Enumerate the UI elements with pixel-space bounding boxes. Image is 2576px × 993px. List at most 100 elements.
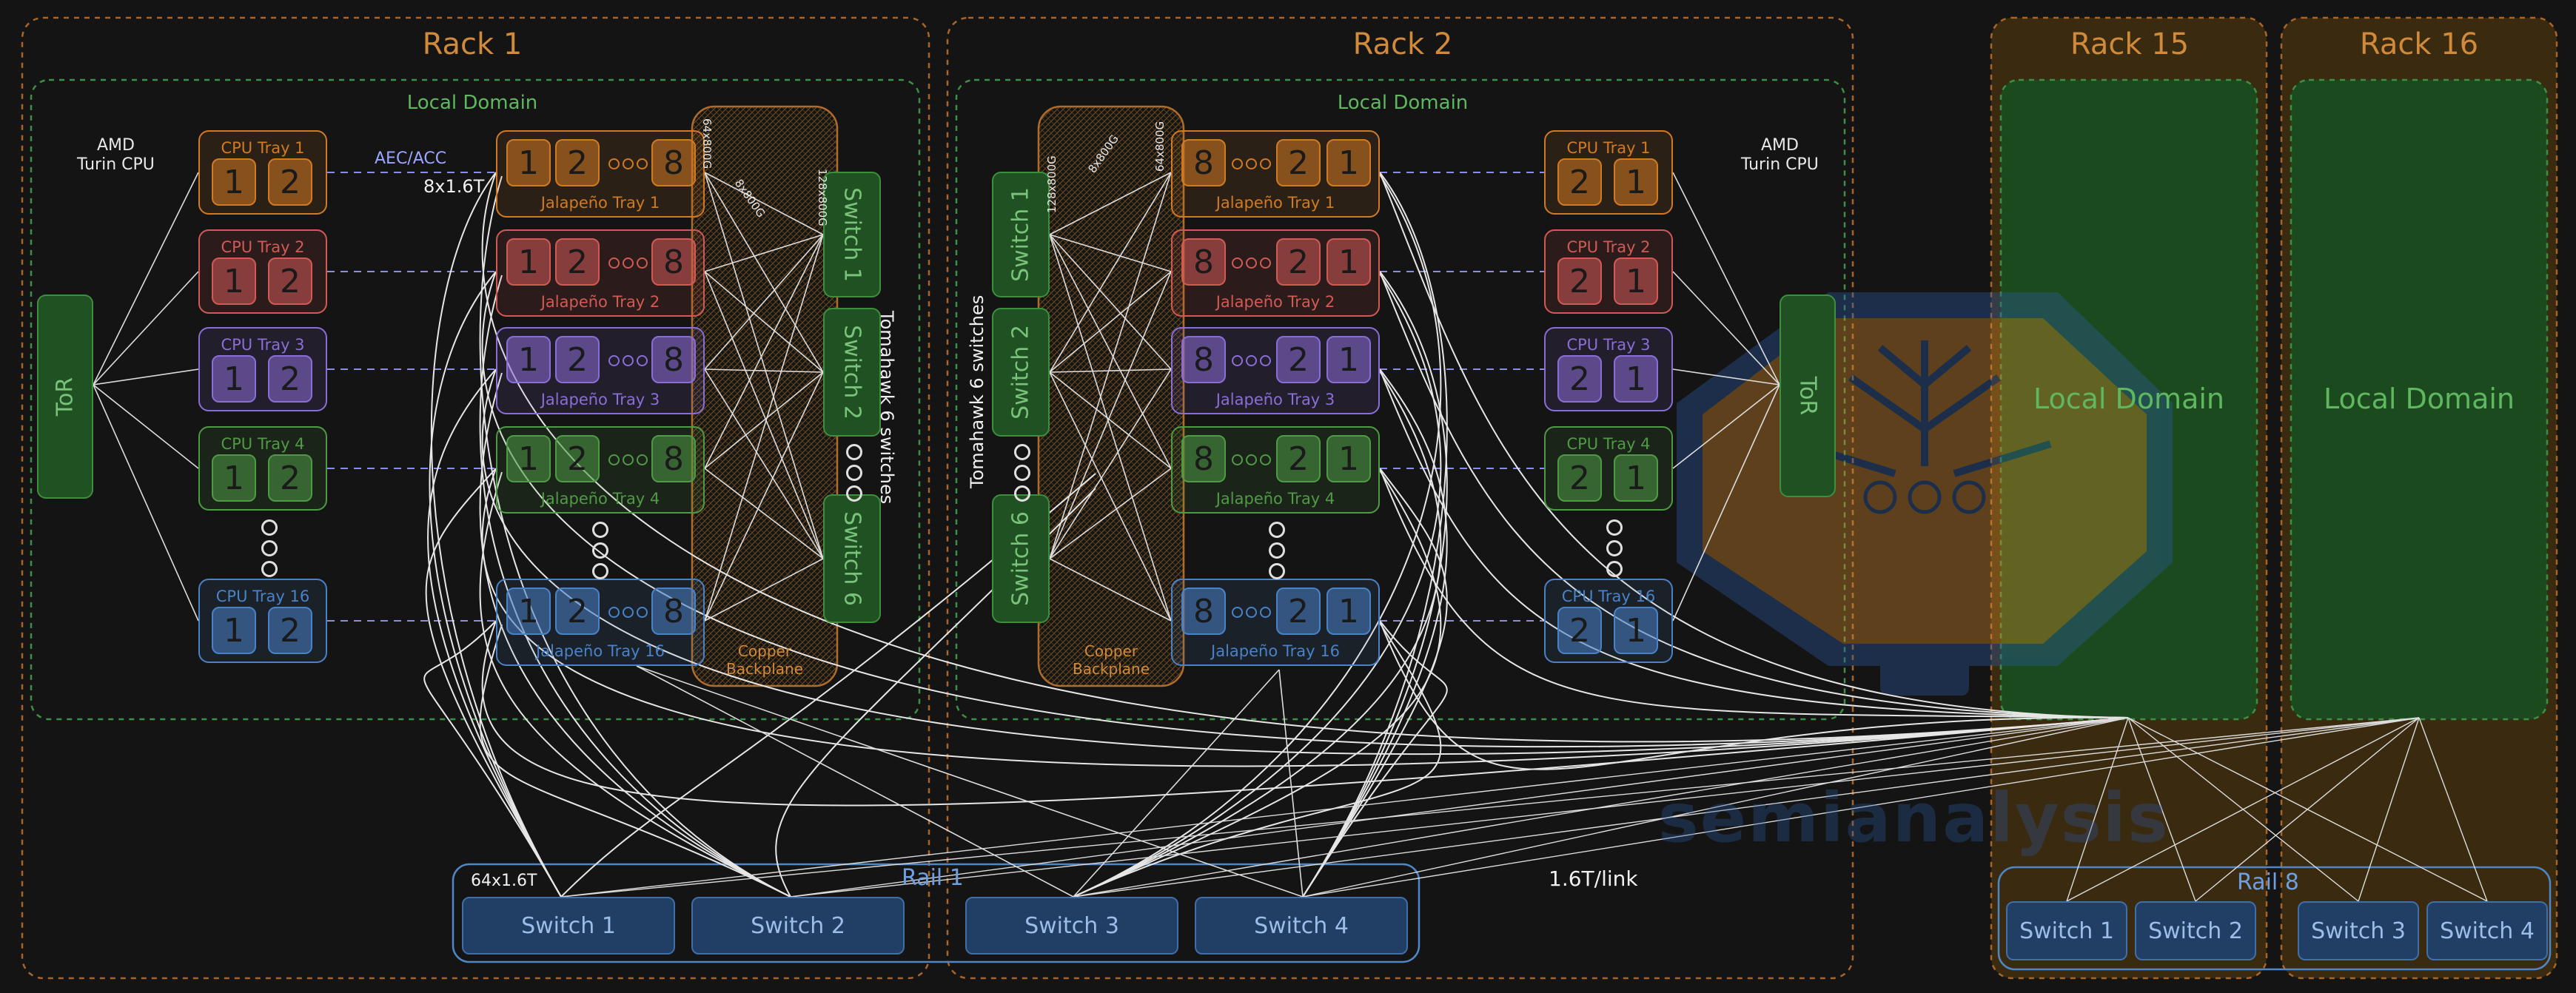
cpu-tray-title: CPU Tray 4 — [1566, 435, 1651, 453]
gpu-chip: 2 — [1276, 336, 1321, 383]
cpu-tray-title: CPU Tray 16 — [215, 588, 310, 605]
rack-2-title: Rack 2 — [1352, 27, 1453, 61]
gpu-chip: 2 — [268, 607, 312, 654]
scale-up-switch[interactable]: Switch 2 — [823, 308, 881, 437]
gpu-chip: 2 — [268, 454, 312, 502]
cpu-tray[interactable]: CPU Tray 421 — [1544, 426, 1673, 511]
gpu-chip: 2 — [1276, 588, 1321, 635]
ellipsis-dots — [1232, 257, 1271, 269]
rail-link — [636, 665, 1304, 898]
cpu-tray[interactable]: CPU Tray 112 — [198, 130, 327, 215]
jalapeno-tray[interactable]: Jalapeño Tray 2 12 8 — [496, 229, 705, 317]
ellipsis-dots — [608, 257, 648, 269]
cpu-tray[interactable]: CPU Tray 412 — [198, 426, 327, 511]
rail-uplink-label: 64x1.6T — [471, 872, 537, 890]
rail-switch[interactable]: Switch 3 — [2298, 901, 2419, 960]
gpu-chip: 2 — [555, 588, 600, 635]
bp2-tick-a: 64x800G — [1153, 121, 1167, 172]
cpu-tray[interactable]: CPU Tray 221 — [1544, 229, 1673, 314]
rail-switch[interactable]: Switch 3 — [965, 897, 1178, 955]
vertical-ellipsis — [1606, 519, 1623, 577]
jalapeno-tray-title: Jalapeño Tray 16 — [1211, 642, 1340, 660]
cpu-tray[interactable]: CPU Tray 321 — [1544, 327, 1673, 411]
jalapeno-tray[interactable]: Jalapeño Tray 4 8 21 — [1171, 426, 1380, 514]
tor-link — [93, 271, 199, 386]
gpu-chip: 8 — [1181, 139, 1226, 186]
gpu-chip: 1 — [506, 238, 551, 286]
aec-acc-label: AEC/ACC — [375, 149, 447, 168]
rail-switch[interactable]: Switch 1 — [2006, 901, 2127, 960]
jalapeno-tray-title: Jalapeño Tray 1 — [1215, 194, 1335, 212]
jalapeno-tray[interactable]: Jalapeño Tray 1 12 8 — [496, 130, 705, 218]
jalapeno-tray-title: Jalapeño Tray 2 — [1215, 293, 1335, 311]
tor-switch-rack-1[interactable]: ToR — [37, 294, 93, 499]
scale-up-switch[interactable]: Switch 6 — [992, 494, 1050, 623]
jalapeno-tray[interactable]: Jalapeño Tray 1 8 21 — [1171, 130, 1380, 218]
vertical-ellipsis — [261, 519, 278, 577]
switch-label: Switch 1 — [839, 187, 865, 282]
ellipsis-dots — [1232, 454, 1271, 465]
rail-wire — [425, 468, 562, 898]
gpu-chip: 2 — [1557, 158, 1602, 206]
rack-1-title: Rack 1 — [422, 27, 523, 61]
tor-label: ToR — [52, 377, 78, 417]
jalapeno-tray-title: Jalapeño Tray 3 — [540, 391, 660, 408]
gpu-chip: 2 — [1557, 355, 1602, 403]
gpu-chip: 8 — [651, 336, 696, 383]
cluster-diagram: Rack 1 Rack 2 Rack 15 Rack 16 Local Doma… — [0, 0, 2576, 993]
rack-1-cpu-label: AMD Turin CPU — [77, 138, 155, 173]
gpu-chip: 1 — [212, 355, 256, 403]
gpu-chip: 2 — [555, 139, 600, 186]
ellipsis-dots — [608, 158, 648, 169]
cpu-tray-title: CPU Tray 2 — [221, 238, 305, 256]
jalapeno-tray[interactable]: Jalapeño Tray 16 8 2 1 — [1171, 579, 1380, 666]
gpu-chip: 1 — [212, 257, 256, 305]
rack-2-tomahawk-label: Tomahawk 6 switches — [967, 294, 987, 488]
switch-label: Switch 6 — [1007, 511, 1034, 606]
cpu-label-line2: Turin CPU — [1741, 155, 1819, 174]
rack-1-backplane-label: Copper Backplane — [726, 644, 803, 676]
switch-label: Switch 1 — [1007, 187, 1034, 282]
gpu-chip: 8 — [651, 435, 696, 482]
rail-switch[interactable]: Switch 2 — [2135, 901, 2256, 960]
tor-link — [93, 384, 199, 469]
cpu-tray[interactable]: CPU Tray 16 1 2 — [198, 579, 327, 663]
jalapeno-tray[interactable]: Jalapeño Tray 4 12 8 — [496, 426, 705, 514]
tor-link — [93, 172, 199, 386]
ellipsis-dots — [608, 355, 648, 366]
vertical-ellipsis — [592, 522, 608, 579]
jalapeno-tray[interactable]: Jalapeño Tray 16 1 2 8 — [496, 579, 705, 666]
jalapeno-tray[interactable]: Jalapeño Tray 3 8 21 — [1171, 327, 1380, 414]
rail-switch[interactable]: Switch 1 — [462, 897, 675, 955]
gpu-chip: 1 — [506, 336, 551, 383]
gpu-chip: 2 — [1557, 454, 1602, 502]
bp-line1: Copper — [737, 642, 792, 660]
cpu-tray[interactable]: CPU Tray 121 — [1544, 130, 1673, 215]
rail-switch[interactable]: Switch 4 — [1195, 897, 1408, 955]
link-8x-label: 8x1.6T — [423, 176, 485, 197]
gpu-chip: 2 — [1557, 607, 1602, 654]
cpu-tray[interactable]: CPU Tray 212 — [198, 229, 327, 314]
scale-up-switch[interactable]: Switch 1 — [823, 172, 881, 297]
jalapeno-tray[interactable]: Jalapeño Tray 2 8 21 — [1171, 229, 1380, 317]
gpu-chip: 2 — [268, 355, 312, 403]
scale-up-switch[interactable]: Switch 1 — [992, 172, 1050, 297]
cpu-tray[interactable]: CPU Tray 16 2 1 — [1544, 579, 1673, 663]
tor-switch-rack-2[interactable]: ToR — [1780, 294, 1836, 497]
jalapeno-tray[interactable]: Jalapeño Tray 3 12 8 — [496, 327, 705, 414]
rack-1-tomahawk-label: Tomahawk 6 switches — [876, 311, 897, 505]
rail-switch[interactable]: Switch 2 — [691, 897, 905, 955]
jalapeno-tray-title: Jalapeño Tray 4 — [540, 490, 660, 508]
ellipsis-dots — [608, 607, 648, 618]
scale-up-switch[interactable]: Switch 6 — [823, 494, 881, 623]
gpu-chip: 1 — [506, 139, 551, 186]
scale-up-switch[interactable]: Switch 2 — [992, 308, 1050, 437]
cpu-label-line2: Turin CPU — [77, 155, 155, 174]
rack-1-domain-title: Local Domain — [406, 92, 538, 114]
bp1-tick-a: 64x800G — [700, 118, 714, 169]
cpu-tray[interactable]: CPU Tray 312 — [198, 327, 327, 411]
bp-line1: Copper — [1084, 642, 1138, 660]
rack-16-domain-title: Local Domain — [2323, 383, 2515, 415]
rail-switch[interactable]: Switch 4 — [2426, 901, 2548, 960]
gpu-chip: 1 — [506, 588, 551, 635]
